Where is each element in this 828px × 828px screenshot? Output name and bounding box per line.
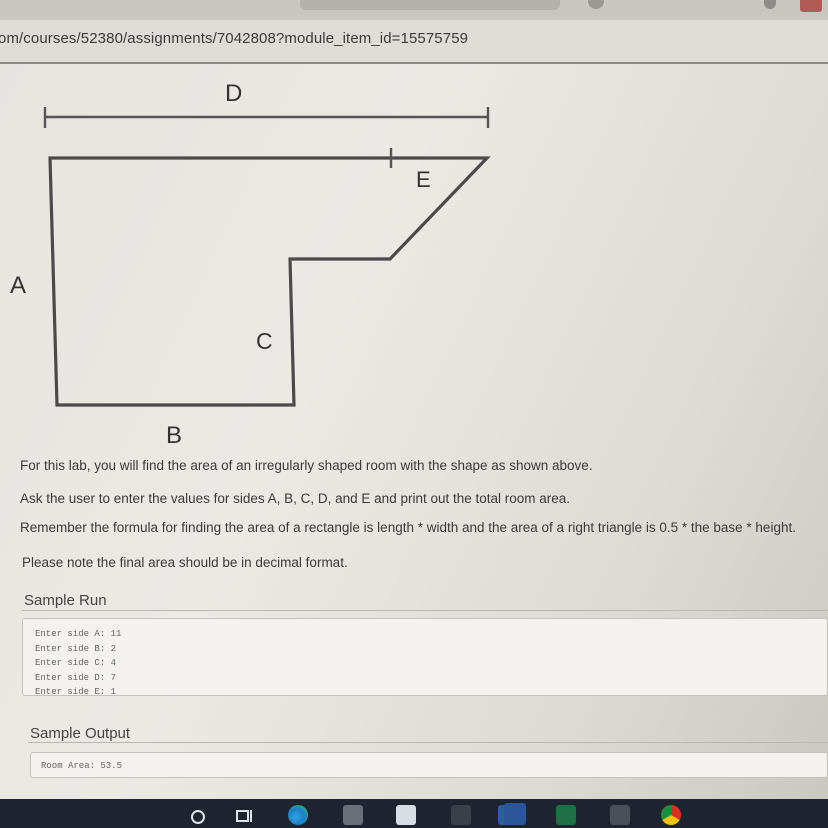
label-a: A — [10, 272, 27, 299]
divider — [28, 742, 828, 743]
sample-output-code-block: Room Area: 53.5 — [30, 752, 828, 778]
sample-run-title: Sample Run — [24, 592, 107, 609]
code-line: Enter side A: 11 — [35, 629, 122, 639]
label-e: E — [416, 167, 431, 192]
instruction-text: Ask the user to enter the values for sid… — [20, 491, 571, 506]
edge-icon[interactable] — [288, 805, 308, 825]
browser-tab[interactable] — [300, 0, 560, 10]
browser-tab-strip — [0, 0, 828, 20]
code-line: Enter side E: 1 — [35, 687, 117, 698]
room-shape-svg — [43, 107, 491, 407]
label-c: C — [256, 328, 273, 354]
extension-icon[interactable] — [588, 0, 604, 9]
chrome-icon[interactable] — [661, 805, 681, 825]
instruction-text: For this lab, you will find the area of … — [20, 458, 593, 473]
task-view-icon[interactable] — [234, 805, 254, 825]
url-text[interactable]: om/courses/52380/assignments/7042808?mod… — [0, 30, 468, 47]
label-b: B — [166, 422, 183, 449]
sample-output-title: Sample Output — [30, 725, 131, 742]
code-line: Enter side B: 2 — [35, 643, 117, 654]
calculator-icon[interactable] — [451, 805, 471, 825]
divider — [22, 610, 828, 611]
sample-run-code-block: Enter side A: 11 Enter side B: 2 Enter s… — [22, 618, 828, 697]
label-d: D — [225, 80, 243, 107]
store-icon[interactable] — [343, 805, 363, 825]
assignment-page: D E A C B For this lab, you will find th… — [0, 64, 828, 799]
lock-icon[interactable] — [396, 805, 416, 825]
room-diagram: D E A C B — [0, 64, 520, 454]
dimension-line-d — [43, 107, 490, 128]
snip-icon[interactable] — [610, 805, 630, 825]
address-bar[interactable]: om/courses/52380/assignments/7042808?mod… — [0, 20, 828, 64]
room-outline — [48, 156, 491, 407]
instruction-text: Remember the formula for finding the are… — [20, 520, 796, 535]
search-icon[interactable] — [188, 805, 208, 825]
word-icon[interactable] — [504, 803, 526, 825]
code-line: Enter side D: 7 — [35, 672, 117, 683]
instruction-text: Please note the final area should be in … — [22, 555, 348, 570]
window-control-icon[interactable] — [800, 0, 822, 12]
screenshot: om/courses/52380/assignments/7042808?mod… — [0, 0, 828, 828]
code-line: Enter side C: 4 — [35, 658, 117, 669]
close-tab-icon[interactable] — [764, 0, 776, 9]
code-line: Room Area: 53.5 — [41, 761, 123, 771]
excel-icon[interactable] — [556, 805, 576, 825]
taskbar — [0, 799, 828, 828]
